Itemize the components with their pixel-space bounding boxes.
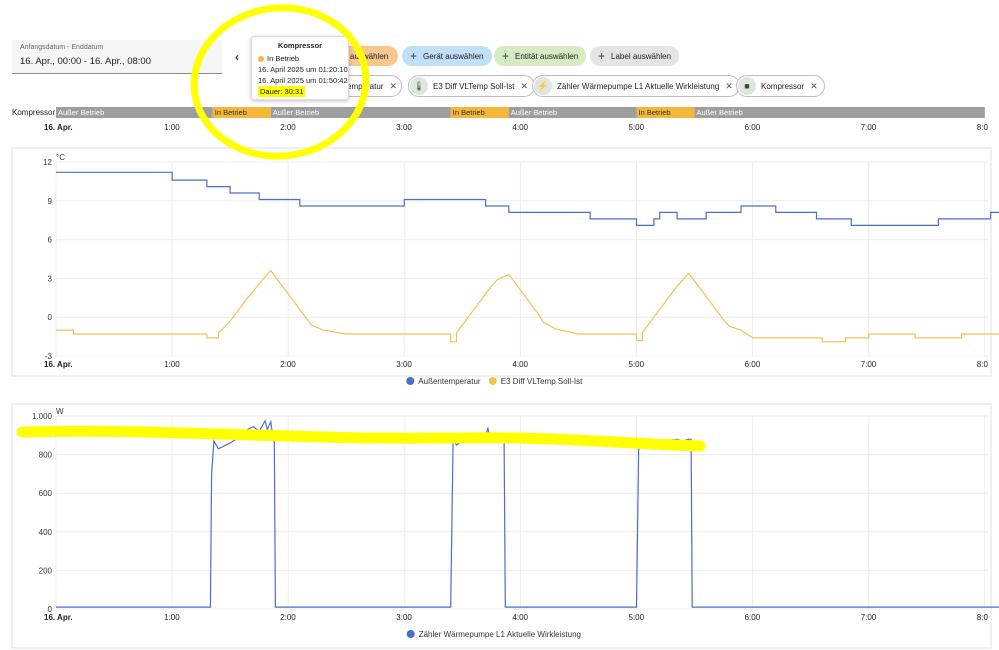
y-tick-label: 3: [48, 274, 53, 283]
history-charts: Kompressor Außer Betrieb In Betrieb Außer …: [11, 107, 999, 649]
x-tick-label: 5:00: [629, 123, 645, 132]
x-tick-label: 6:00: [745, 123, 761, 132]
x-tick-label: 4:00: [512, 123, 528, 132]
x-tick-label: 2:00: [280, 123, 296, 132]
timeline-segment-label: In Betrieb: [215, 108, 247, 117]
x-tick-label: 2:00: [280, 613, 296, 622]
x-tick-label: 4:00: [512, 360, 528, 369]
temperature-chart: °C129630-316. Apr. 1:00 2:00 3:00 4:00 5:00 6:…: [43, 153, 999, 386]
tooltip-state-text: In Betrieb: [267, 54, 300, 63]
tooltip-title: Kompressor: [277, 41, 323, 50]
legend-swatch[interactable]: [406, 630, 415, 638]
x-tick-label: 1:00: [164, 613, 180, 622]
tooltip-end: 16. April 2025 um 01:50:42: [258, 76, 348, 85]
y-axis-unit: W: [56, 407, 64, 416]
y-tick-label: 800: [39, 451, 53, 460]
x-tick-label: 3:00: [396, 360, 412, 369]
timeline-segment-label: Außer Betrieb: [697, 108, 743, 117]
x-tick-label: 3:00: [396, 613, 412, 622]
legend-label[interactable]: Zähler Wärmepumpe L1 Aktuelle Wirkleistu…: [419, 630, 581, 639]
timeline-segment-label: In Betrieb: [453, 108, 485, 117]
timeline-segment-label: In Betrieb: [639, 108, 671, 117]
history-tooltip: Kompressor In Betrieb 16. April 2025 um …: [251, 36, 349, 100]
x-tick-label: 6:00: [745, 613, 761, 622]
legend-label[interactable]: Außentemperatur: [418, 377, 481, 386]
x-tick-label: 1:00: [164, 360, 180, 369]
x-tick-label: 16. Apr.: [44, 360, 73, 369]
series-line[interactable]: [56, 171, 999, 226]
x-tick-label: 6:00: [745, 360, 761, 369]
timeline-x-axis: 16. Apr. 1:00 2:00 3:00 4:00 5:00 6:00 7:00 8:0: [44, 123, 988, 132]
compressor-timeline: Kompressor Außer Betrieb In Betrieb Außer …: [12, 107, 985, 118]
timeline-segment-label: Außer Betrieb: [58, 108, 104, 117]
timeline-entity-label: Kompressor: [12, 108, 55, 117]
timeline-segment-label: Außer Betrieb: [273, 108, 319, 117]
x-tick-label: 1:00: [164, 123, 180, 132]
x-tick-label: 4:00: [512, 613, 528, 622]
x-tick-label: 7:00: [861, 123, 877, 132]
y-tick-label: 0: [48, 313, 53, 322]
legend-label[interactable]: E3 Diff VLTemp Soll-Ist: [501, 377, 583, 386]
x-tick-label: 7:00: [861, 613, 877, 622]
state-dot-icon: [258, 56, 264, 63]
x-tick-label: 5:00: [629, 360, 645, 369]
series-line[interactable]: [56, 419, 999, 608]
x-tick-label: 16. Apr.: [44, 613, 73, 622]
y-tick-label: 1.000: [32, 412, 53, 421]
legend-swatch[interactable]: [406, 377, 415, 385]
series-line[interactable]: [56, 269, 999, 343]
y-tick-label: 400: [39, 528, 53, 537]
y-tick-label: 12: [43, 158, 52, 167]
tooltip-duration: Dauer: 30:31: [258, 86, 306, 97]
x-tick-label: 5:00: [629, 613, 645, 622]
y-tick-label: 600: [39, 489, 53, 498]
x-tick-label: 8:0: [977, 123, 989, 132]
timeline-segment-label: Außer Betrieb: [511, 108, 557, 117]
legend-swatch[interactable]: [488, 377, 497, 385]
x-tick-label: 8:0: [977, 613, 989, 622]
x-tick-label: 3:00: [396, 123, 412, 132]
y-tick-label: 6: [48, 236, 53, 245]
y-tick-label: 9: [48, 197, 53, 206]
x-tick-label: 2:00: [280, 360, 296, 369]
y-tick-label: 200: [39, 566, 53, 575]
tooltip-start: 16. April 2025 um 01:20:10: [258, 65, 348, 74]
x-tick-label: 7:00: [861, 360, 877, 369]
x-tick-label: 8:0: [977, 360, 989, 369]
power-chart: W1.000800600400200016. Apr. 1:00 2:00 3:00 4…: [32, 407, 999, 639]
tooltip-state: In Betrieb: [258, 53, 342, 64]
y-axis-unit: °C: [56, 153, 65, 162]
x-tick-label: 16. Apr.: [44, 123, 73, 132]
